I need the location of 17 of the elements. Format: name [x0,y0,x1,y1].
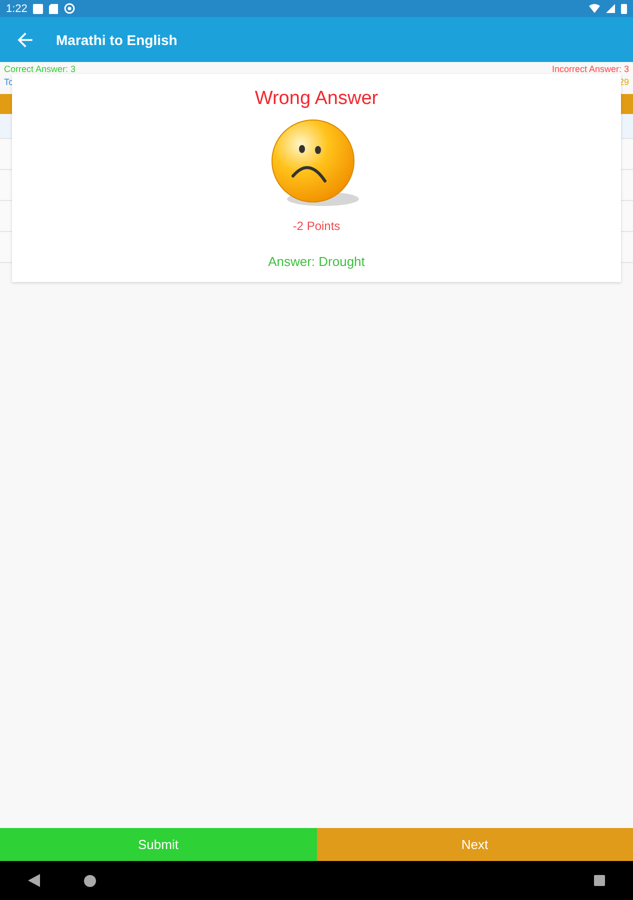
back-nav-icon[interactable] [28,874,40,887]
points-text: -2 Points [292,219,340,233]
screen-title: Marathi to English [56,32,178,48]
sd-card-icon [49,4,58,14]
wifi-icon [589,4,600,13]
next-button[interactable]: Next [316,828,633,861]
answer-text: Answer: Drought [268,254,365,269]
status-time: 1:22 [6,2,28,14]
notification-icon [33,4,44,14]
dialog-title: Wrong Answer [254,88,378,110]
home-nav-icon[interactable] [84,874,96,886]
battery-icon [621,3,627,14]
signal-icon [606,4,615,13]
incorrect-count: Incorrect Answer: 3 [552,64,629,74]
circle-icon [64,3,76,14]
correct-count: Correct Answer: 3 [4,64,76,74]
submit-button[interactable]: Submit [0,828,316,861]
